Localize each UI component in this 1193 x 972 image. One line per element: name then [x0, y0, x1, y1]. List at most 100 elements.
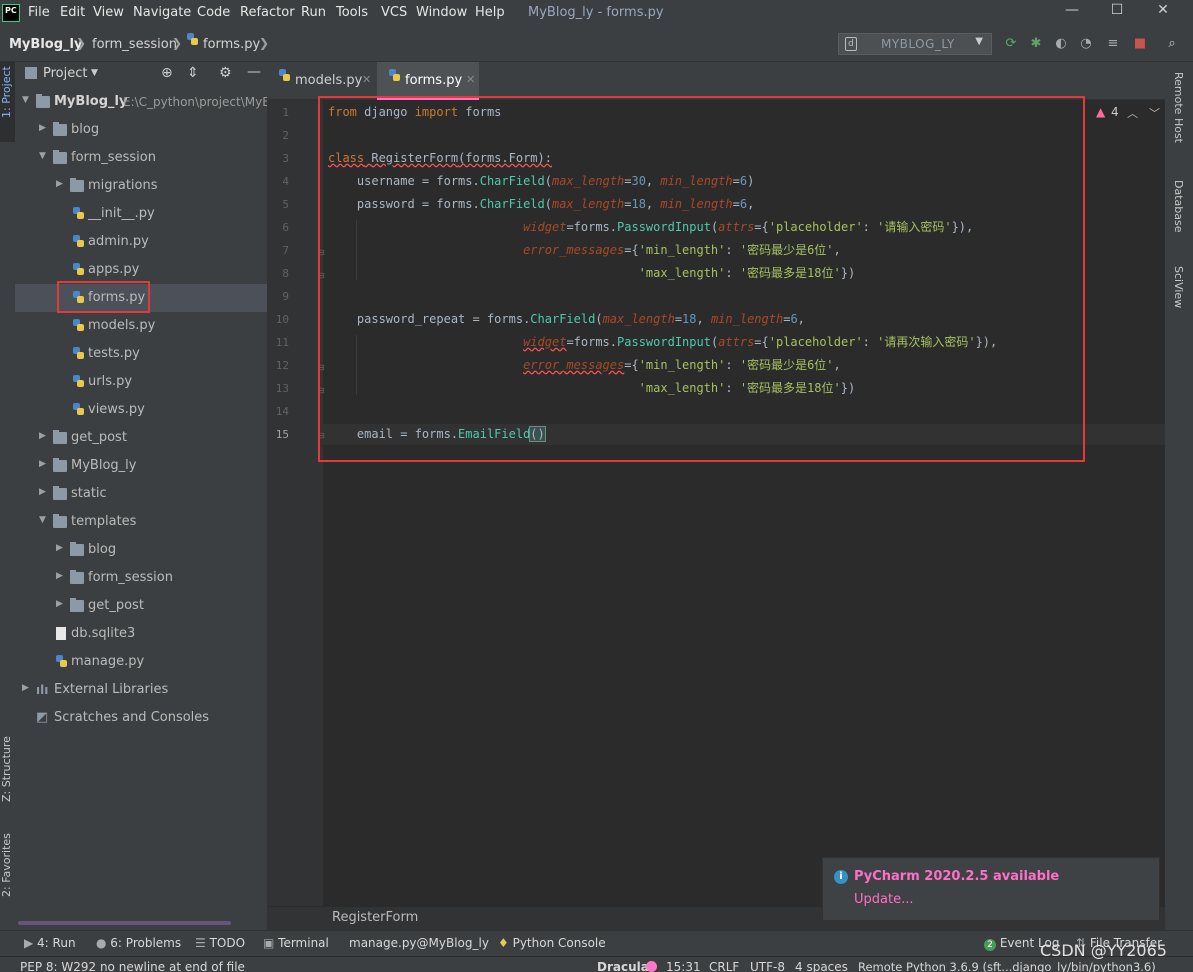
gear-icon[interactable]: ⚙	[219, 65, 232, 81]
horizontal-scrollbar[interactable]	[18, 921, 231, 925]
menu-edit[interactable]: Edit	[60, 5, 85, 20]
menu-file[interactable]: File	[28, 5, 50, 20]
folder-icon	[53, 150, 67, 164]
tree-item-apps-py[interactable]: apps.py	[15, 256, 267, 284]
list-icon: ☰	[195, 936, 210, 950]
line-number: 7	[282, 244, 289, 257]
warning-icon[interactable]: ▲	[1096, 105, 1105, 119]
breadcrumb-file[interactable]: forms.py	[203, 37, 260, 52]
chevron-down-icon[interactable]: ﹀	[1149, 105, 1160, 121]
remote-host-tool-tab[interactable]: Remote Host	[1172, 72, 1185, 143]
chevron-right-icon: ▶	[22, 683, 29, 693]
maximize-button[interactable]: ☐	[1106, 2, 1128, 22]
tree-item-migrations[interactable]: ▶ migrations	[15, 172, 267, 200]
project-panel-title[interactable]: Project	[43, 66, 87, 81]
tree-item-myblog-ly[interactable]: ▶ MyBlog_ly	[15, 452, 267, 480]
run-configuration-select[interactable]: d MYBLOG_LY ▼	[838, 33, 992, 55]
menu-navigate[interactable]: Navigate	[133, 5, 191, 20]
tree-item-get-post[interactable]: ▶ get_post	[15, 424, 267, 452]
tab-label: forms.py	[405, 73, 463, 88]
theme-indicator[interactable]: Dracula	[597, 960, 649, 972]
todo-tool-button[interactable]: ☰ TODO	[195, 936, 245, 950]
tree-item-label: urls.py	[88, 374, 133, 389]
tree-item-root[interactable]: ▼ MyBlog_ly E:\C_python\project\MyB	[15, 88, 270, 116]
tree-item-db-sqlite3[interactable]: db.sqlite3	[15, 620, 267, 648]
chevron-right-icon: ▶	[39, 123, 46, 133]
rerun-icon[interactable]: ⟳	[1003, 36, 1019, 52]
stop-icon[interactable]: ■	[1132, 36, 1148, 52]
tree-item-admin-py[interactable]: admin.py	[15, 228, 267, 256]
indent-setting[interactable]: 4 spaces	[795, 960, 848, 972]
terminal-tool-button[interactable]: ▣ Terminal	[263, 936, 329, 950]
python-interpreter[interactable]: Remote Python 3.6.9 (sft...django_ly/bin…	[858, 960, 1156, 972]
breadcrumb-folder[interactable]: form_session	[92, 37, 177, 52]
right-tool-strip: Remote Host Database SciView	[1165, 62, 1193, 930]
hide-panel-icon[interactable]: —	[247, 64, 261, 80]
run-tool-button[interactable]: ▶ 4: Run	[24, 936, 76, 950]
problems-tool-button[interactable]: ● 6: Problems	[96, 936, 181, 950]
tree-item-templates[interactable]: ▼ templates	[15, 508, 267, 536]
structure-crumb[interactable]: RegisterForm	[332, 910, 418, 925]
chevron-right-icon: ▶	[56, 179, 63, 189]
manage-task-button[interactable]: manage.py@MyBlog_ly	[349, 936, 489, 950]
menu-refactor[interactable]: Refactor	[240, 5, 295, 20]
coverage-icon[interactable]: ◐	[1053, 36, 1069, 52]
menu-run[interactable]: Run	[301, 5, 326, 20]
tree-item-scratches[interactable]: ◩ Scratches and Consoles	[15, 704, 267, 732]
debug-icon[interactable]: ✱	[1028, 36, 1044, 52]
cursor-position[interactable]: 15:31	[666, 960, 701, 972]
search-icon[interactable]: ⌕	[1164, 36, 1180, 52]
collapse-all-icon[interactable]: ⇕	[187, 65, 199, 81]
locate-icon[interactable]: ⊕	[161, 65, 173, 81]
tree-item-external-libraries[interactable]: ▶ ılı External Libraries	[15, 676, 267, 704]
tree-item-templates-get-post[interactable]: ▶ get_post	[15, 592, 267, 620]
tree-item-templates-form-session[interactable]: ▶ form_session	[15, 564, 267, 592]
chevron-up-icon[interactable]: ︿	[1127, 105, 1138, 121]
close-icon[interactable]: ✕	[362, 73, 371, 86]
database-tool-tab[interactable]: Database	[1172, 180, 1185, 233]
tree-item-manage-py[interactable]: manage.py	[15, 648, 267, 676]
menu-view[interactable]: View	[93, 5, 124, 20]
close-window-button[interactable]: ✕	[1152, 2, 1174, 22]
tree-item-models-py[interactable]: models.py	[15, 312, 267, 340]
warning-count: 4	[1111, 105, 1119, 119]
tree-item-label: MyBlog_ly	[71, 458, 137, 473]
tree-item-tests-py[interactable]: tests.py	[15, 340, 267, 368]
django-icon: d	[845, 37, 857, 51]
tree-item-urls-py[interactable]: urls.py	[15, 368, 267, 396]
minimize-button[interactable]: —	[1061, 2, 1083, 22]
menu-vcs[interactable]: VCS	[381, 5, 407, 20]
line-number: 13	[275, 382, 289, 395]
chevron-down-icon[interactable]: ▼	[91, 68, 98, 78]
tree-item-templates-blog[interactable]: ▶ blog	[15, 536, 267, 564]
menu-tools[interactable]: Tools	[336, 5, 368, 20]
tree-item-static[interactable]: ▶ static	[15, 480, 267, 508]
tree-item-label: MyBlog_ly	[54, 94, 128, 109]
tree-item-label: Scratches and Consoles	[54, 710, 210, 725]
left-tool-strip: 1: Project Z: Structure 2: Favorites	[0, 62, 15, 930]
menu-code[interactable]: Code	[197, 5, 230, 20]
sciview-tool-tab[interactable]: SciView	[1172, 266, 1185, 308]
line-separator[interactable]: CRLF	[709, 960, 739, 972]
tree-item-label: form_session	[71, 150, 156, 165]
menu-window[interactable]: Window	[416, 5, 467, 20]
breadcrumb-project[interactable]: MyBlog_ly	[9, 37, 82, 52]
tree-item-init-py[interactable]: __init__.py	[15, 200, 267, 228]
project-tool-tab[interactable]: 1: Project	[0, 66, 13, 118]
build-icon[interactable]: ≡	[1105, 36, 1121, 52]
tab-models-py[interactable]: models.py ✕	[267, 62, 377, 100]
profile-icon[interactable]: ◔	[1078, 36, 1094, 52]
tree-item-label: db.sqlite3	[71, 626, 136, 641]
tree-item-blog[interactable]: ▶ blog	[15, 116, 267, 144]
tree-item-views-py[interactable]: views.py	[15, 396, 267, 424]
tab-forms-py[interactable]: forms.py ✕	[377, 62, 479, 100]
python-file-icon	[72, 403, 84, 416]
menu-help[interactable]: Help	[475, 5, 505, 20]
update-link[interactable]: Update...	[854, 892, 913, 907]
file-encoding[interactable]: UTF-8	[750, 960, 785, 972]
structure-tool-tab[interactable]: Z: Structure	[0, 736, 13, 802]
favorites-tool-tab[interactable]: 2: Favorites	[0, 833, 13, 897]
close-icon[interactable]: ✕	[466, 73, 475, 86]
python-console-tool-button[interactable]: ♦ Python Console	[498, 936, 606, 950]
tree-item-form-session[interactable]: ▼ form_session	[15, 144, 267, 172]
